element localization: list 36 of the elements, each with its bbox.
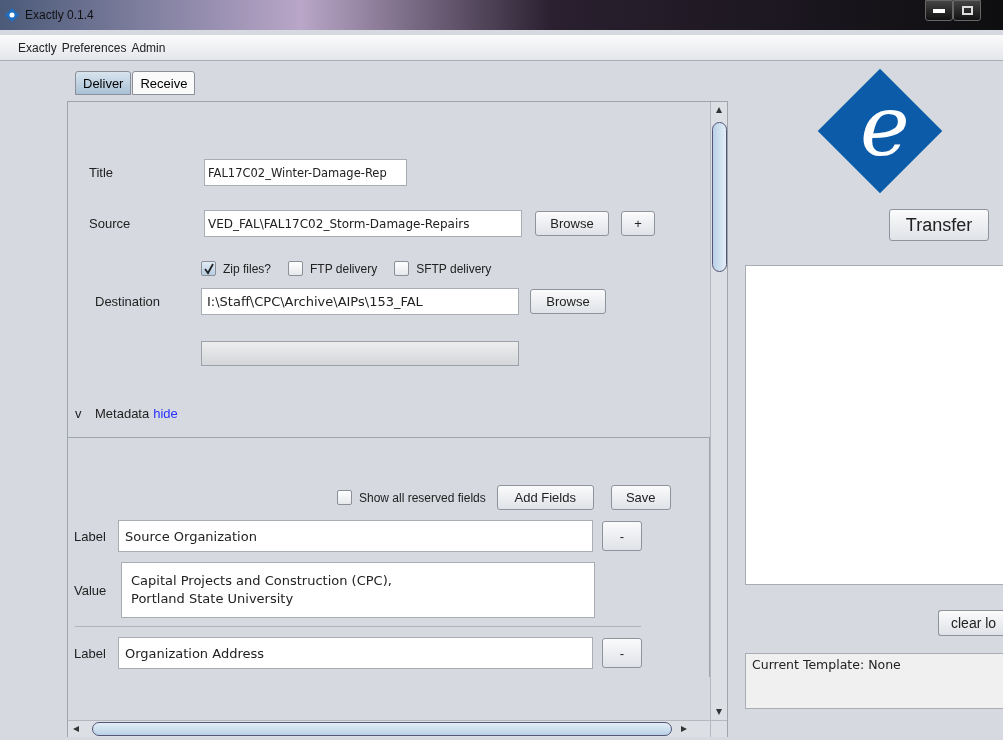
add-source-button[interactable]: + <box>621 211 655 236</box>
title-label: Title <box>88 165 115 180</box>
tab[interactable]: Receive <box>132 71 196 95</box>
hide-link[interactable]: hide <box>153 406 178 421</box>
checkbox-label: FTP delivery <box>310 261 378 276</box>
label-field[interactable]: Organization Address <box>118 637 593 669</box>
label-caption: Label <box>74 645 107 661</box>
logo: e <box>817 68 943 194</box>
save-button[interactable]: Save <box>610 485 671 510</box>
expand-toggle[interactable]: v <box>75 406 95 421</box>
browse-button[interactable]: Browse <box>530 289 606 314</box>
checkbox-label: Show all reserved fields <box>359 490 486 505</box>
value-field[interactable]: Capital Projects and Construction (CPC), Portland State University <box>121 562 595 618</box>
destination-field[interactable]: I:\Staff\CPC\Archive\AIPs\153_FAL <box>201 288 519 315</box>
menu-item[interactable]: Preferences <box>61 40 127 55</box>
checkbox-label: SFTP delivery <box>416 261 492 276</box>
clear-log-button[interactable]: clear lo <box>938 610 1003 636</box>
source-label: Source <box>88 216 132 231</box>
transfer-button[interactable]: Transfer <box>889 209 989 241</box>
label-caption: Label <box>74 528 107 544</box>
section-label: Metadata <box>95 406 150 421</box>
menu-item[interactable]: Exactly <box>18 40 57 55</box>
title-field[interactable]: FAL17C02_Winter-Damage-Rep <box>204 159 407 186</box>
menu-item[interactable]: Admin <box>131 40 166 55</box>
remove-button[interactable]: - <box>602 638 642 668</box>
source-field[interactable]: VED_FAL\FAL17C02_Storm-Damage-Repairs <box>204 210 522 237</box>
checkbox-label: Zip files? <box>223 261 272 276</box>
template-status: Current Template: None <box>745 653 1003 709</box>
browse-button[interactable]: Browse <box>535 211 609 236</box>
label-field[interactable]: Source Organization <box>118 520 593 552</box>
add-fields-button[interactable]: Add Fields <box>496 485 594 510</box>
destination-label: Destination <box>94 294 162 309</box>
window-title: Exactly 0.1.4 <box>25 8 94 22</box>
remove-button[interactable]: - <box>602 521 642 551</box>
tab[interactable]: Deliver <box>75 71 132 95</box>
value-caption: Value <box>74 582 108 598</box>
